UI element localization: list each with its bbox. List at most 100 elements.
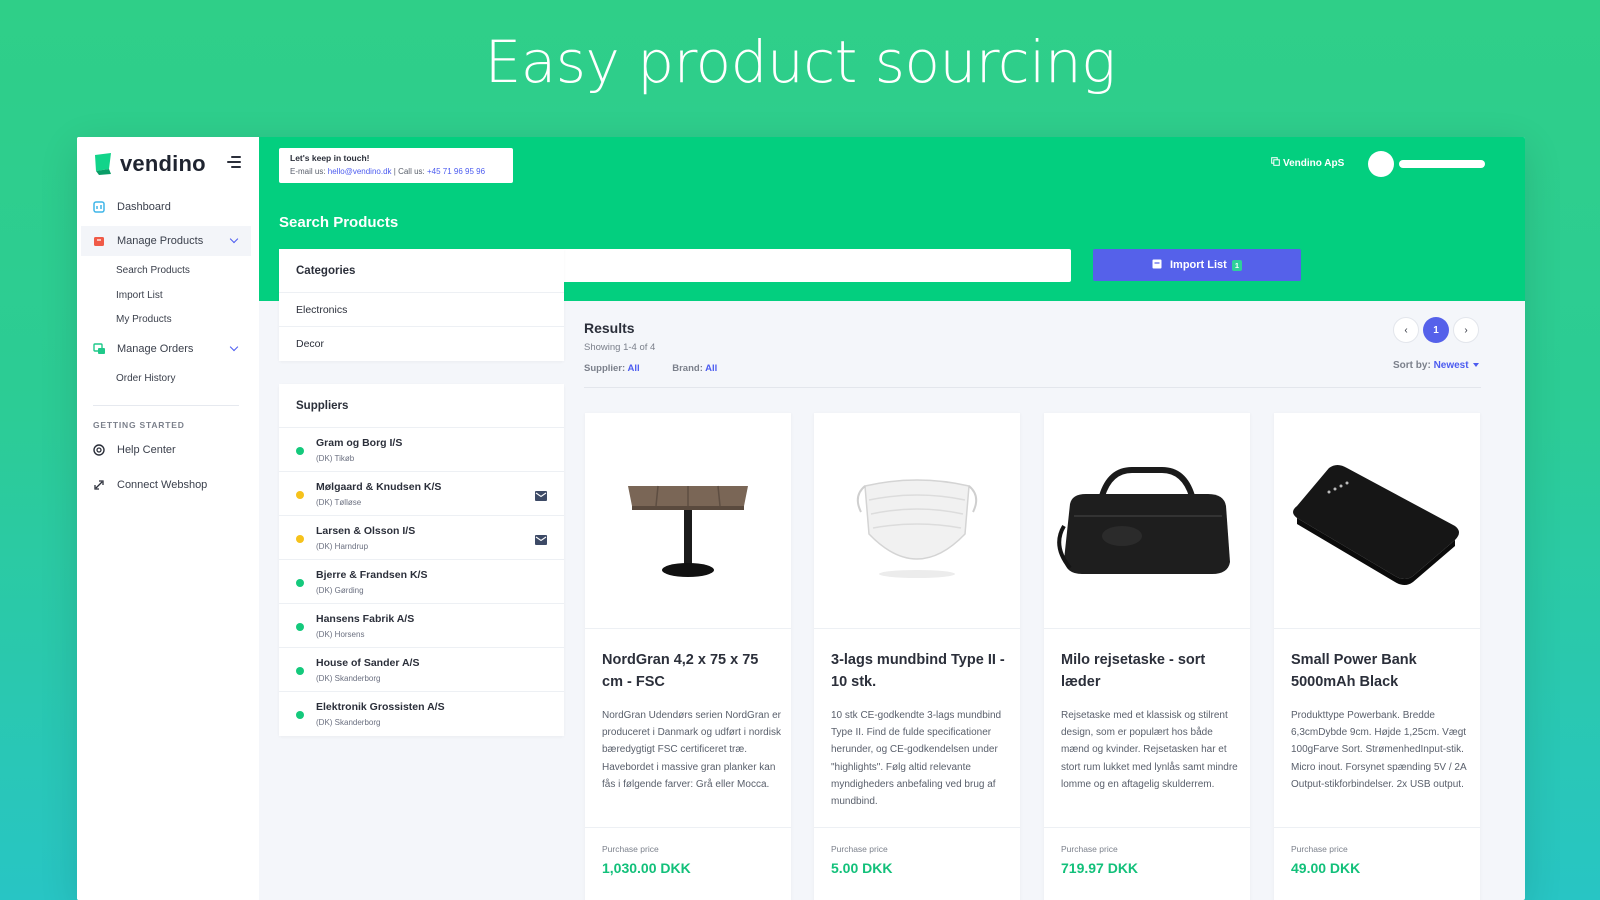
product-description: 10 stk CE-godkendte 3-lags mundbind Type… — [831, 710, 1002, 808]
status-dot-icon — [296, 535, 304, 543]
supplier-location: (DK) Gørding — [316, 586, 364, 595]
product-price: 5.00 DKK — [831, 860, 893, 876]
sort-label: Sort by: — [1393, 360, 1431, 371]
supplier-row[interactable]: Elektronik Grossisten A/S (DK) Skanderbor… — [279, 692, 564, 736]
sort-dropdown[interactable]: Sort by: Newest — [1393, 360, 1479, 371]
category-electronics[interactable]: Electronics — [279, 293, 564, 327]
sidebar-divider — [93, 405, 239, 406]
sidebar-item-dashboard[interactable]: Dashboard — [81, 192, 251, 222]
card-divider — [1274, 827, 1480, 828]
connect-icon — [92, 478, 106, 492]
pagination-prev-button[interactable]: ‹ — [1393, 317, 1419, 343]
brand-filter[interactable]: Brand: All — [672, 363, 717, 374]
supplier-row[interactable]: Bjerre & Frandsen K/S (DK) Gørding — [279, 560, 564, 604]
contact-box: Let's keep in touch! E-mail us: hello@ve… — [279, 148, 513, 183]
card-divider — [1044, 827, 1250, 828]
face-mask-image — [814, 413, 1020, 629]
copy-icon — [1271, 157, 1280, 169]
status-dot-icon — [296, 579, 304, 587]
phone-link[interactable]: +45 71 96 95 96 — [427, 167, 485, 176]
avatar[interactable] — [1368, 151, 1394, 177]
status-dot-icon — [296, 623, 304, 631]
email-link[interactable]: hello@vendino.dk — [328, 167, 392, 176]
product-description: NordGran Udendørs serien NordGran er pro… — [602, 710, 781, 790]
results-count: Showing 1-4 of 4 — [584, 342, 656, 353]
contact-separator: | — [393, 167, 396, 176]
product-description: Produkttype Powerbank. Bredde 6,3cmDybde… — [1291, 710, 1467, 790]
sidebar-item-label: Manage Orders — [117, 343, 194, 355]
menu-toggle-icon[interactable] — [227, 156, 241, 168]
supplier-location: (DK) Tølløse — [316, 498, 362, 507]
products-icon — [92, 234, 106, 248]
table-image — [585, 413, 791, 629]
section-label-getting-started: GETTING STARTED — [93, 420, 185, 430]
chevron-down-icon — [229, 342, 239, 352]
supplier-row[interactable]: Gram og Borg I/S (DK) Tikøb — [279, 428, 564, 472]
product-card[interactable]: 3-lags mundbind Type II - 10 stk. 10 stk… — [814, 413, 1020, 900]
hero-title: Easy product sourcing — [484, 28, 1116, 96]
sidebar-item-help-center[interactable]: Help Center — [81, 435, 251, 465]
category-decor[interactable]: Decor — [279, 327, 564, 361]
product-name[interactable]: Milo rejsetaske - sort læder — [1061, 649, 1239, 693]
pagination-next-button[interactable]: › — [1453, 317, 1479, 343]
sidebar-item-manage-products[interactable]: Manage Products — [81, 226, 251, 256]
page-title: Search Products — [279, 214, 399, 231]
sidebar-subitem-my-products[interactable]: My Products — [116, 314, 172, 325]
categories-title: Categories — [279, 249, 564, 293]
supplier-name: Hansens Fabrik A/S — [316, 613, 415, 625]
import-list-button[interactable]: Import List 1 — [1093, 249, 1301, 281]
sidebar-subitem-order-history[interactable]: Order History — [116, 373, 175, 384]
status-dot-icon — [296, 447, 304, 455]
suppliers-title: Suppliers — [279, 384, 564, 428]
sidebar-subitem-import-list[interactable]: Import List — [116, 290, 163, 301]
supplier-row[interactable]: Mølgaard & Knudsen K/S (DK) Tølløse — [279, 472, 564, 516]
pagination-page-1[interactable]: 1 — [1423, 317, 1449, 343]
result-filters: Supplier: All Brand: All — [584, 363, 717, 374]
product-card[interactable]: Small Power Bank 5000mAh Black Produktty… — [1274, 413, 1480, 900]
supplier-row[interactable]: Larsen & Olsson I/S (DK) Harndrup — [279, 516, 564, 560]
results-divider — [584, 387, 1481, 388]
vendino-logo-icon — [93, 153, 113, 175]
supplier-row[interactable]: House of Sander A/S (DK) Skanderborg — [279, 648, 564, 692]
email-prefix: E-mail us: — [290, 167, 326, 176]
product-name[interactable]: Small Power Bank 5000mAh Black — [1291, 649, 1469, 693]
card-divider — [585, 827, 791, 828]
help-icon — [92, 443, 106, 457]
supplier-location: (DK) Skanderborg — [316, 674, 381, 683]
company-name: Vendino ApS — [1283, 157, 1345, 169]
product-card[interactable]: Milo rejsetaske - sort læder Rejsetaske … — [1044, 413, 1250, 900]
sidebar-subitem-search-products[interactable]: Search Products — [116, 265, 190, 276]
supplier-location: (DK) Harndrup — [316, 542, 369, 551]
supplier-name: Gram og Borg I/S — [316, 437, 403, 449]
sidebar-item-connect-webshop[interactable]: Connect Webshop — [81, 470, 251, 500]
mail-icon[interactable] — [535, 532, 547, 550]
supplier-location: (DK) Tikøb — [316, 454, 355, 463]
supplier-filter[interactable]: Supplier: All — [584, 363, 640, 374]
sidebar-item-label: Connect Webshop — [117, 479, 208, 491]
product-card[interactable]: NordGran 4,2 x 75 x 75 cm - FSC NordGran… — [585, 413, 791, 900]
product-name[interactable]: NordGran 4,2 x 75 x 75 cm - FSC — [602, 649, 780, 693]
supplier-name: Elektronik Grossisten A/S — [316, 701, 445, 713]
product-name[interactable]: 3-lags mundbind Type II - 10 stk. — [831, 649, 1009, 693]
logo[interactable]: vendino — [93, 149, 243, 179]
import-count-badge: 1 — [1231, 259, 1242, 271]
list-icon — [1152, 259, 1162, 272]
sidebar-item-label: Manage Products — [117, 235, 204, 247]
product-price: 719.97 DKK — [1061, 860, 1139, 876]
status-dot-icon — [296, 667, 304, 675]
mail-icon[interactable] — [535, 488, 547, 506]
sidebar-item-manage-orders[interactable]: Manage Orders — [81, 334, 251, 364]
user-name-placeholder[interactable] — [1399, 160, 1485, 168]
card-divider — [814, 827, 1020, 828]
supplier-name: House of Sander A/S — [316, 657, 420, 669]
brand-filter-label: Brand: — [672, 363, 703, 374]
supplier-filter-label: Supplier: — [584, 363, 626, 374]
import-list-label: Import List — [1169, 259, 1227, 271]
caret-down-icon — [1472, 363, 1479, 368]
suppliers-panel: Suppliers Gram og Borg I/S (DK) Tikøb Mølg… — [279, 384, 564, 736]
supplier-name: Bjerre & Frandsen K/S — [316, 569, 428, 581]
supplier-row[interactable]: Hansens Fabrik A/S (DK) Horsens — [279, 604, 564, 648]
supplier-list: Gram og Borg I/S (DK) Tikøb Mølgaard & Knu… — [279, 428, 564, 736]
company-switcher[interactable]: Vendino ApS — [1271, 157, 1344, 169]
price-label: Purchase price — [1061, 844, 1118, 854]
